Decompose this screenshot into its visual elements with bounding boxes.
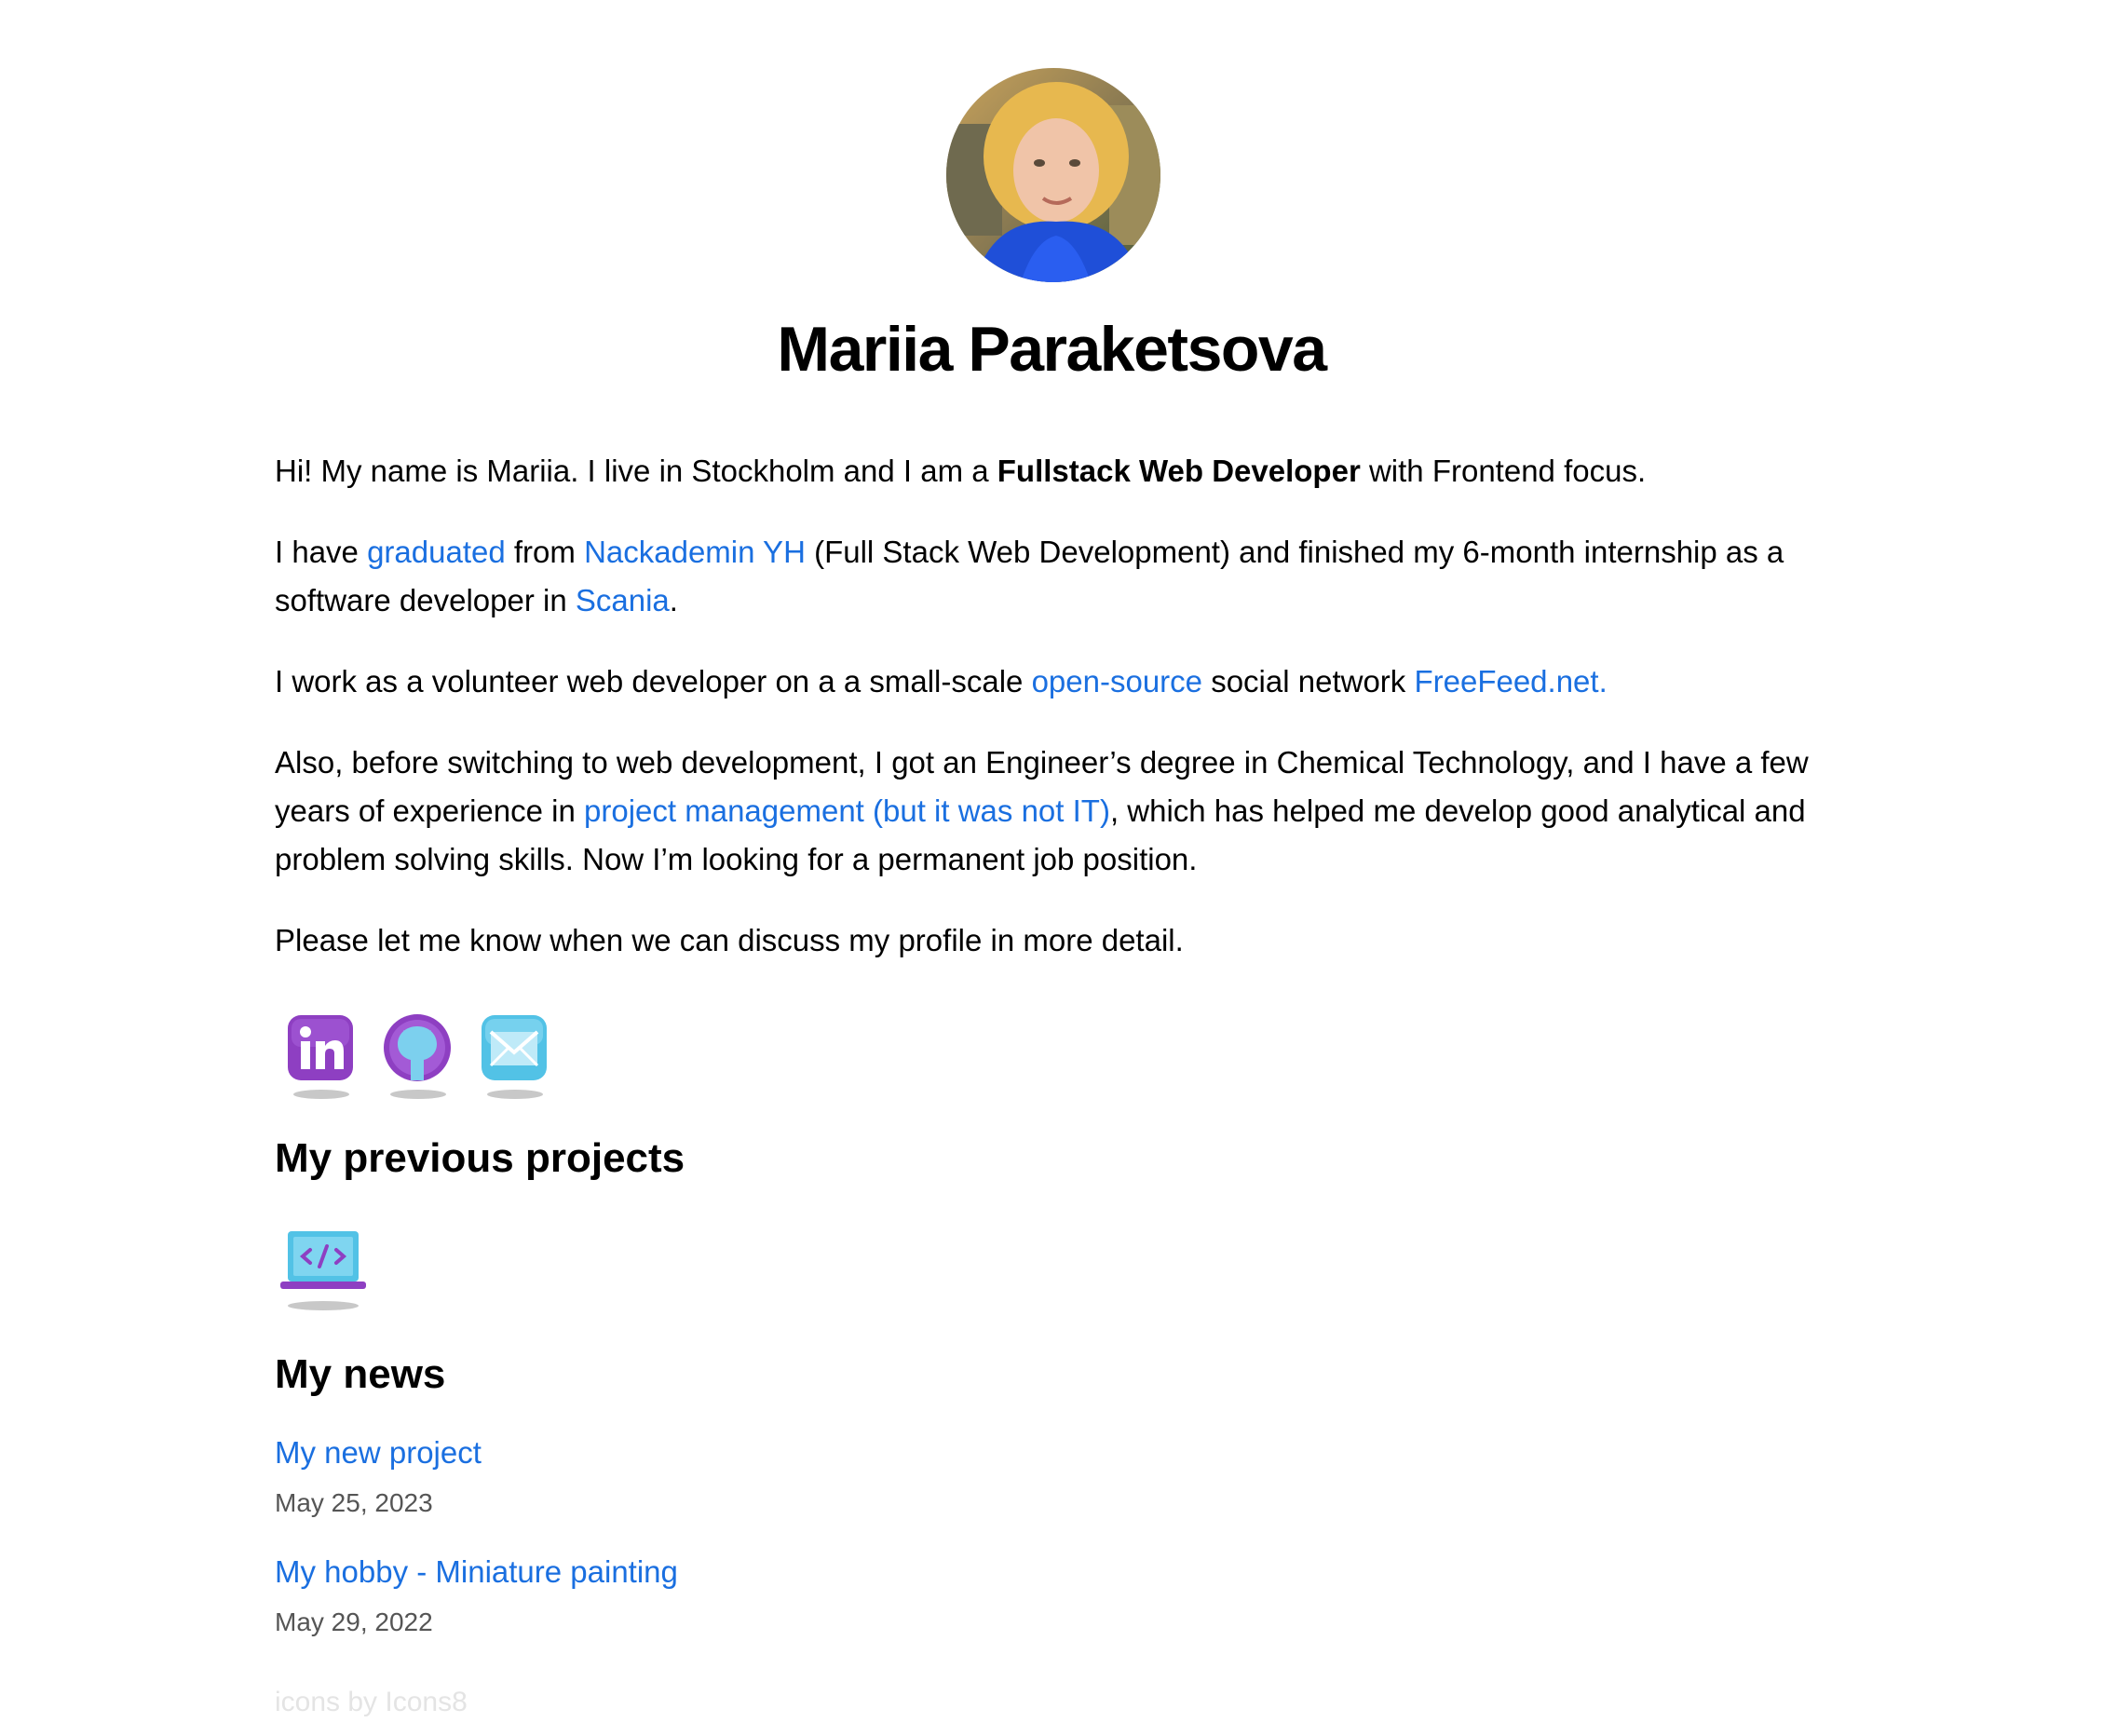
laptop-code-icon [280, 1231, 366, 1310]
nackademin-link[interactable]: Nackademin YH [584, 535, 806, 569]
intro-text: social network [1202, 664, 1415, 698]
intro-paragraph-3: I work as a volunteer web developer on a… [275, 658, 1858, 706]
intro-paragraph-1: Hi! My name is Mariia. I live in Stockho… [275, 447, 1858, 495]
page: Mariia Paraketsova Hi! My name is Mariia… [0, 0, 2103, 1736]
linkedin-link[interactable] [286, 1013, 355, 1099]
intro-paragraph-2: I have graduated from Nackademin YH (Ful… [275, 528, 1858, 625]
icon-shadow [390, 1090, 446, 1099]
intro-text: I work as a volunteer web developer on a… [275, 664, 1032, 698]
news-link[interactable]: My hobby - Miniature painting [275, 1552, 1858, 1593]
news-item: My new project May 25, 2023 [275, 1432, 1858, 1520]
open-source-link[interactable]: open-source [1032, 664, 1202, 698]
intro-text: . [669, 583, 678, 617]
avatar-photo [946, 68, 1160, 282]
graduated-link[interactable]: graduated [367, 535, 506, 569]
icon-shadow [293, 1090, 349, 1099]
page-title: Mariia Paraketsova [777, 314, 1327, 385]
github-link[interactable] [383, 1013, 452, 1099]
mail-icon [482, 1015, 547, 1080]
freefeed-link[interactable]: FreeFeed.net. [1414, 664, 1607, 698]
main-content: Hi! My name is Mariia. I live in Stockho… [275, 447, 1858, 1719]
scania-link[interactable]: Scania [576, 583, 670, 617]
intro-text: with Frontend focus. [1360, 454, 1647, 488]
project-management-link[interactable]: project management (but it was not IT) [584, 793, 1110, 828]
intro-text: I have [275, 535, 368, 569]
news-item: My hobby - Miniature painting May 29, 20… [275, 1552, 1858, 1639]
email-link[interactable] [480, 1013, 549, 1099]
news-date: May 25, 2023 [275, 1488, 433, 1517]
intro-text: Hi! My name is Mariia. I live in Stockho… [275, 454, 997, 488]
icon-shadow [487, 1090, 543, 1099]
avatar [946, 68, 1160, 282]
intro-paragraph-4: Also, before switching to web developmen… [275, 739, 1858, 884]
role-highlight: Fullstack Web Developer [997, 454, 1361, 488]
news-date: May 29, 2022 [275, 1607, 433, 1636]
social-links [286, 1013, 1858, 1125]
news-link[interactable]: My new project [275, 1432, 1858, 1473]
linkedin-icon [288, 1015, 353, 1080]
project-link[interactable] [278, 1227, 368, 1317]
icons-credit: icons by Icons8 [275, 1687, 468, 1717]
intro-paragraph-5: Please let me know when we can discuss m… [275, 923, 1184, 957]
intro-text: from [505, 535, 585, 569]
news-heading: My news [275, 1351, 446, 1397]
github-icon [384, 1014, 451, 1081]
projects-heading: My previous projects [275, 1135, 685, 1181]
